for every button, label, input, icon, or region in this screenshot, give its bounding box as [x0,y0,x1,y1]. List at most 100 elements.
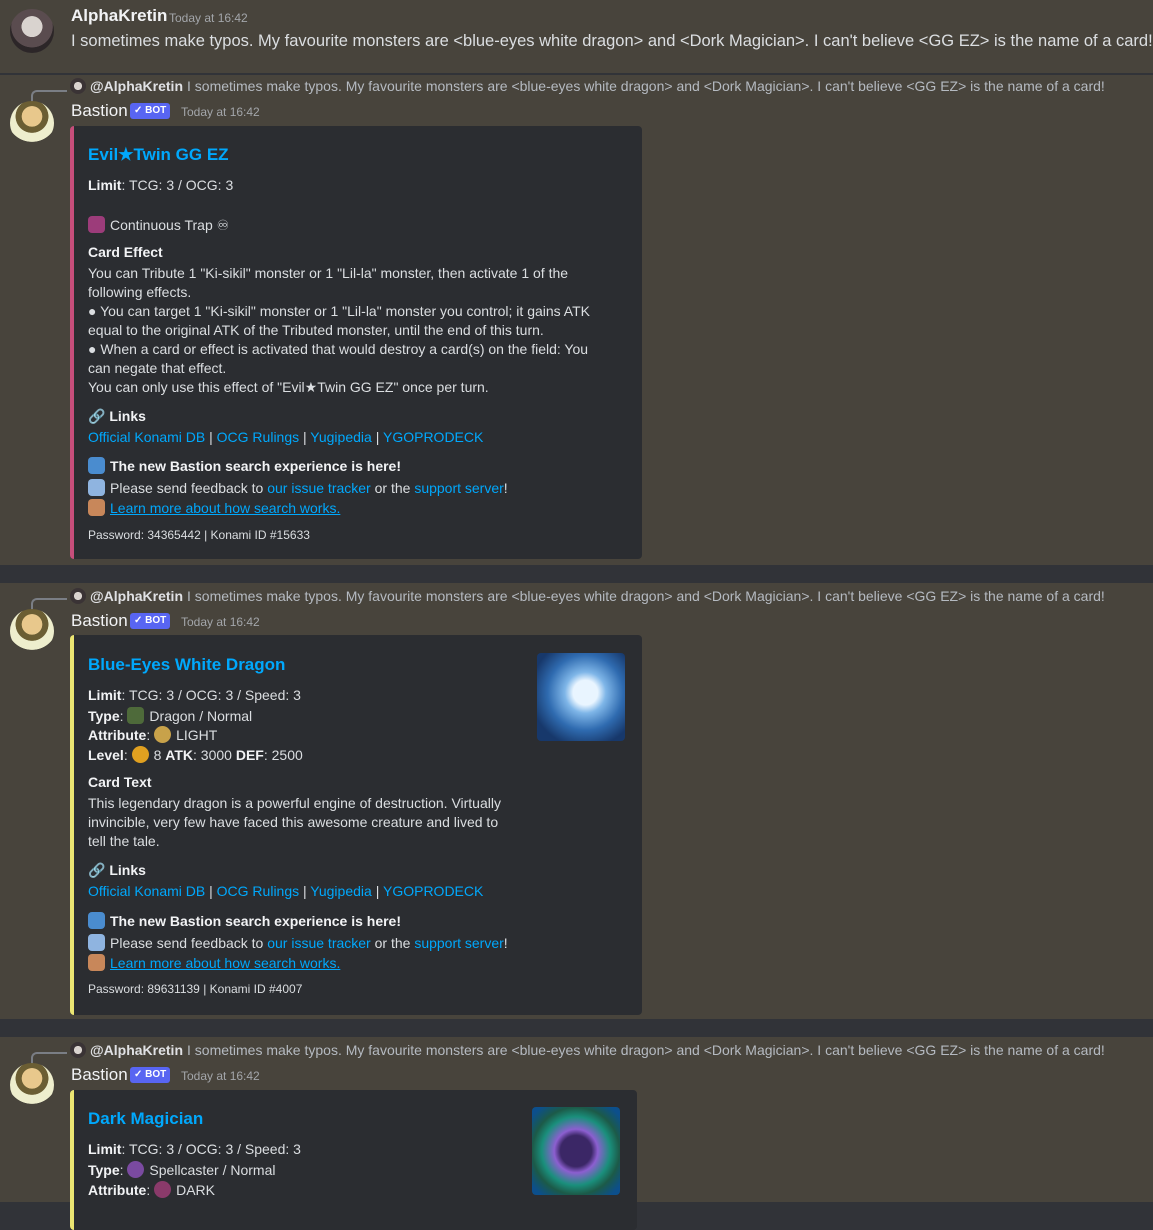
books-icon [88,954,105,971]
dragon-icon [127,707,145,724]
text-line: This legendary dragon is a powerful engi… [88,795,501,811]
attribute-line: Attribute: DARK [88,1181,216,1198]
reply-avatar [70,588,86,604]
promo-heading: The new Bastion search experience is her… [88,457,401,474]
text-heading: Card Text [88,774,152,790]
bot-message: @AlphaKretin I sometimes make typos. My f… [0,75,1153,565]
promo-heading: The new Bastion search experience is her… [88,912,401,929]
card-title[interactable]: Dark Magician [88,1109,203,1129]
limit-line: Limit: TCG: 3 / OCG: 3 / Speed: 3 [88,687,301,703]
issue-tracker-link[interactable]: our issue tracker [267,935,370,951]
bot-message: @AlphaKretin I sometimes make typos. My f… [0,583,1153,1019]
support-server-link[interactable]: support server [414,935,503,951]
text-line: tell the tale. [88,833,160,849]
trap-icon [88,216,105,233]
konami-db-link[interactable]: Official Konami DB [88,429,205,445]
type-line: Type: Dragon / Normal [88,707,253,724]
bot-name[interactable]: Bastion [71,611,128,631]
limit-line: Limit: TCG: 3 / OCG: 3 / Speed: 3 [88,1141,301,1157]
envelope-icon [88,934,105,951]
reply-spine [31,1052,67,1064]
feedback-line: Please send feedback to our issue tracke… [88,479,508,496]
links-row: Official Konami DB | OCG Rulings | Yugip… [88,429,484,445]
issue-tracker-link[interactable]: our issue tracker [267,480,370,496]
timestamp: Today at 16:42 [181,615,260,629]
konami-db-link[interactable]: Official Konami DB [88,883,205,899]
card-embed: Evil★Twin GG EZ Limit: TCG: 3 / OCG: 3 C… [70,126,642,559]
card-footer: Password: 34365442 | Konami ID #15633 [88,528,310,542]
bot-badge: ✓ BOT [130,103,171,119]
robot-icon [88,457,105,474]
user-avatar[interactable] [10,9,54,53]
bot-avatar[interactable] [10,609,54,653]
dark-attribute-icon [154,1181,172,1198]
card-title[interactable]: Blue-Eyes White Dragon [88,655,285,675]
learn-more-line: Learn more about how search works. [88,499,340,516]
reply-text: I sometimes make typos. My favourite mon… [187,588,1105,604]
timestamp: Today at 16:42 [181,105,260,119]
username[interactable]: AlphaKretin [71,6,167,26]
separator [0,565,1153,583]
learn-more-link[interactable]: Learn more about how search works. [110,955,340,971]
effect-line: ● When a card or effect is activated tha… [88,341,589,357]
timestamp: Today at 16:42 [169,11,248,25]
reply-mention[interactable]: @AlphaKretin [90,78,183,94]
limit-line: Limit: TCG: 3 / OCG: 3 [88,177,234,193]
ygoprodeck-link[interactable]: YGOPRODECK [383,883,483,899]
bot-badge: ✓ BOT [130,613,171,629]
effect-line: You can only use this effect of "Evil★Tw… [88,379,489,395]
link-icon: 🔗 [88,408,106,424]
effect-line: You can Tribute 1 "Ki-sikil" monster or … [88,265,569,281]
bot-name[interactable]: Bastion [71,1065,128,1085]
attribute-line: Attribute: LIGHT [88,726,218,743]
reply-preview[interactable]: @AlphaKretin I sometimes make typos. My f… [70,588,1105,604]
links-row: Official Konami DB | OCG Rulings | Yugip… [88,883,484,899]
reply-mention[interactable]: @AlphaKretin [90,1042,183,1058]
effect-line: can negate that effect. [88,360,227,376]
bot-badge: ✓ BOT [130,1067,171,1083]
effect-line: following effects. [88,284,192,300]
ygoprodeck-link[interactable]: YGOPRODECK [383,429,483,445]
yugipedia-link[interactable]: Yugipedia [310,429,372,445]
learn-more-link[interactable]: Learn more about how search works. [110,500,340,516]
level-line: Level: 8 ATK: 3000 DEF: 2500 [88,746,303,763]
links-heading: 🔗 Links [88,862,146,878]
separator [0,1019,1153,1037]
reply-avatar [70,1042,86,1058]
light-attribute-icon [154,726,172,743]
ocg-rulings-link[interactable]: OCG Rulings [217,429,299,445]
spellcaster-icon [127,1161,145,1178]
reply-spine [31,90,67,102]
reply-preview[interactable]: @AlphaKretin I sometimes make typos. My f… [70,1042,1105,1058]
reply-text: I sometimes make typos. My favourite mon… [187,1042,1105,1058]
reply-mention[interactable]: @AlphaKretin [90,588,183,604]
robot-icon [88,912,105,929]
ocg-rulings-link[interactable]: OCG Rulings [217,883,299,899]
links-heading: 🔗 Links [88,408,146,424]
card-title[interactable]: Evil★Twin GG EZ [88,145,229,165]
continuous-icon: ♾ [216,217,230,233]
bot-name[interactable]: Bastion [71,101,128,121]
link-icon: 🔗 [88,862,106,878]
level-star-icon [131,746,149,763]
bot-avatar[interactable] [10,1063,54,1107]
card-type-line: Continuous Trap ♾ [88,216,229,234]
text-line: invincible, very few have faced this awe… [88,814,499,830]
card-embed: Blue-Eyes White Dragon Limit: TCG: 3 / O… [70,635,642,1015]
reply-spine [31,598,67,610]
bot-avatar[interactable] [10,101,54,145]
card-thumbnail[interactable] [532,1107,620,1195]
card-thumbnail[interactable] [537,653,625,741]
learn-more-line: Learn more about how search works. [88,954,340,971]
card-footer: Password: 89631139 | Konami ID #4007 [88,982,303,996]
support-server-link[interactable]: support server [414,480,503,496]
reply-preview[interactable]: @AlphaKretin I sometimes make typos. My f… [70,78,1105,94]
user-message: AlphaKretin Today at 16:42 I sometimes m… [0,0,1153,73]
envelope-icon [88,479,105,496]
books-icon [88,499,105,516]
effect-line: ● You can target 1 "Ki-sikil" monster or… [88,303,590,319]
yugipedia-link[interactable]: Yugipedia [310,883,372,899]
bot-message: @AlphaKretin I sometimes make typos. My f… [0,1037,1153,1230]
card-embed: Dark Magician Limit: TCG: 3 / OCG: 3 / S… [70,1090,637,1230]
effect-heading: Card Effect [88,244,163,260]
